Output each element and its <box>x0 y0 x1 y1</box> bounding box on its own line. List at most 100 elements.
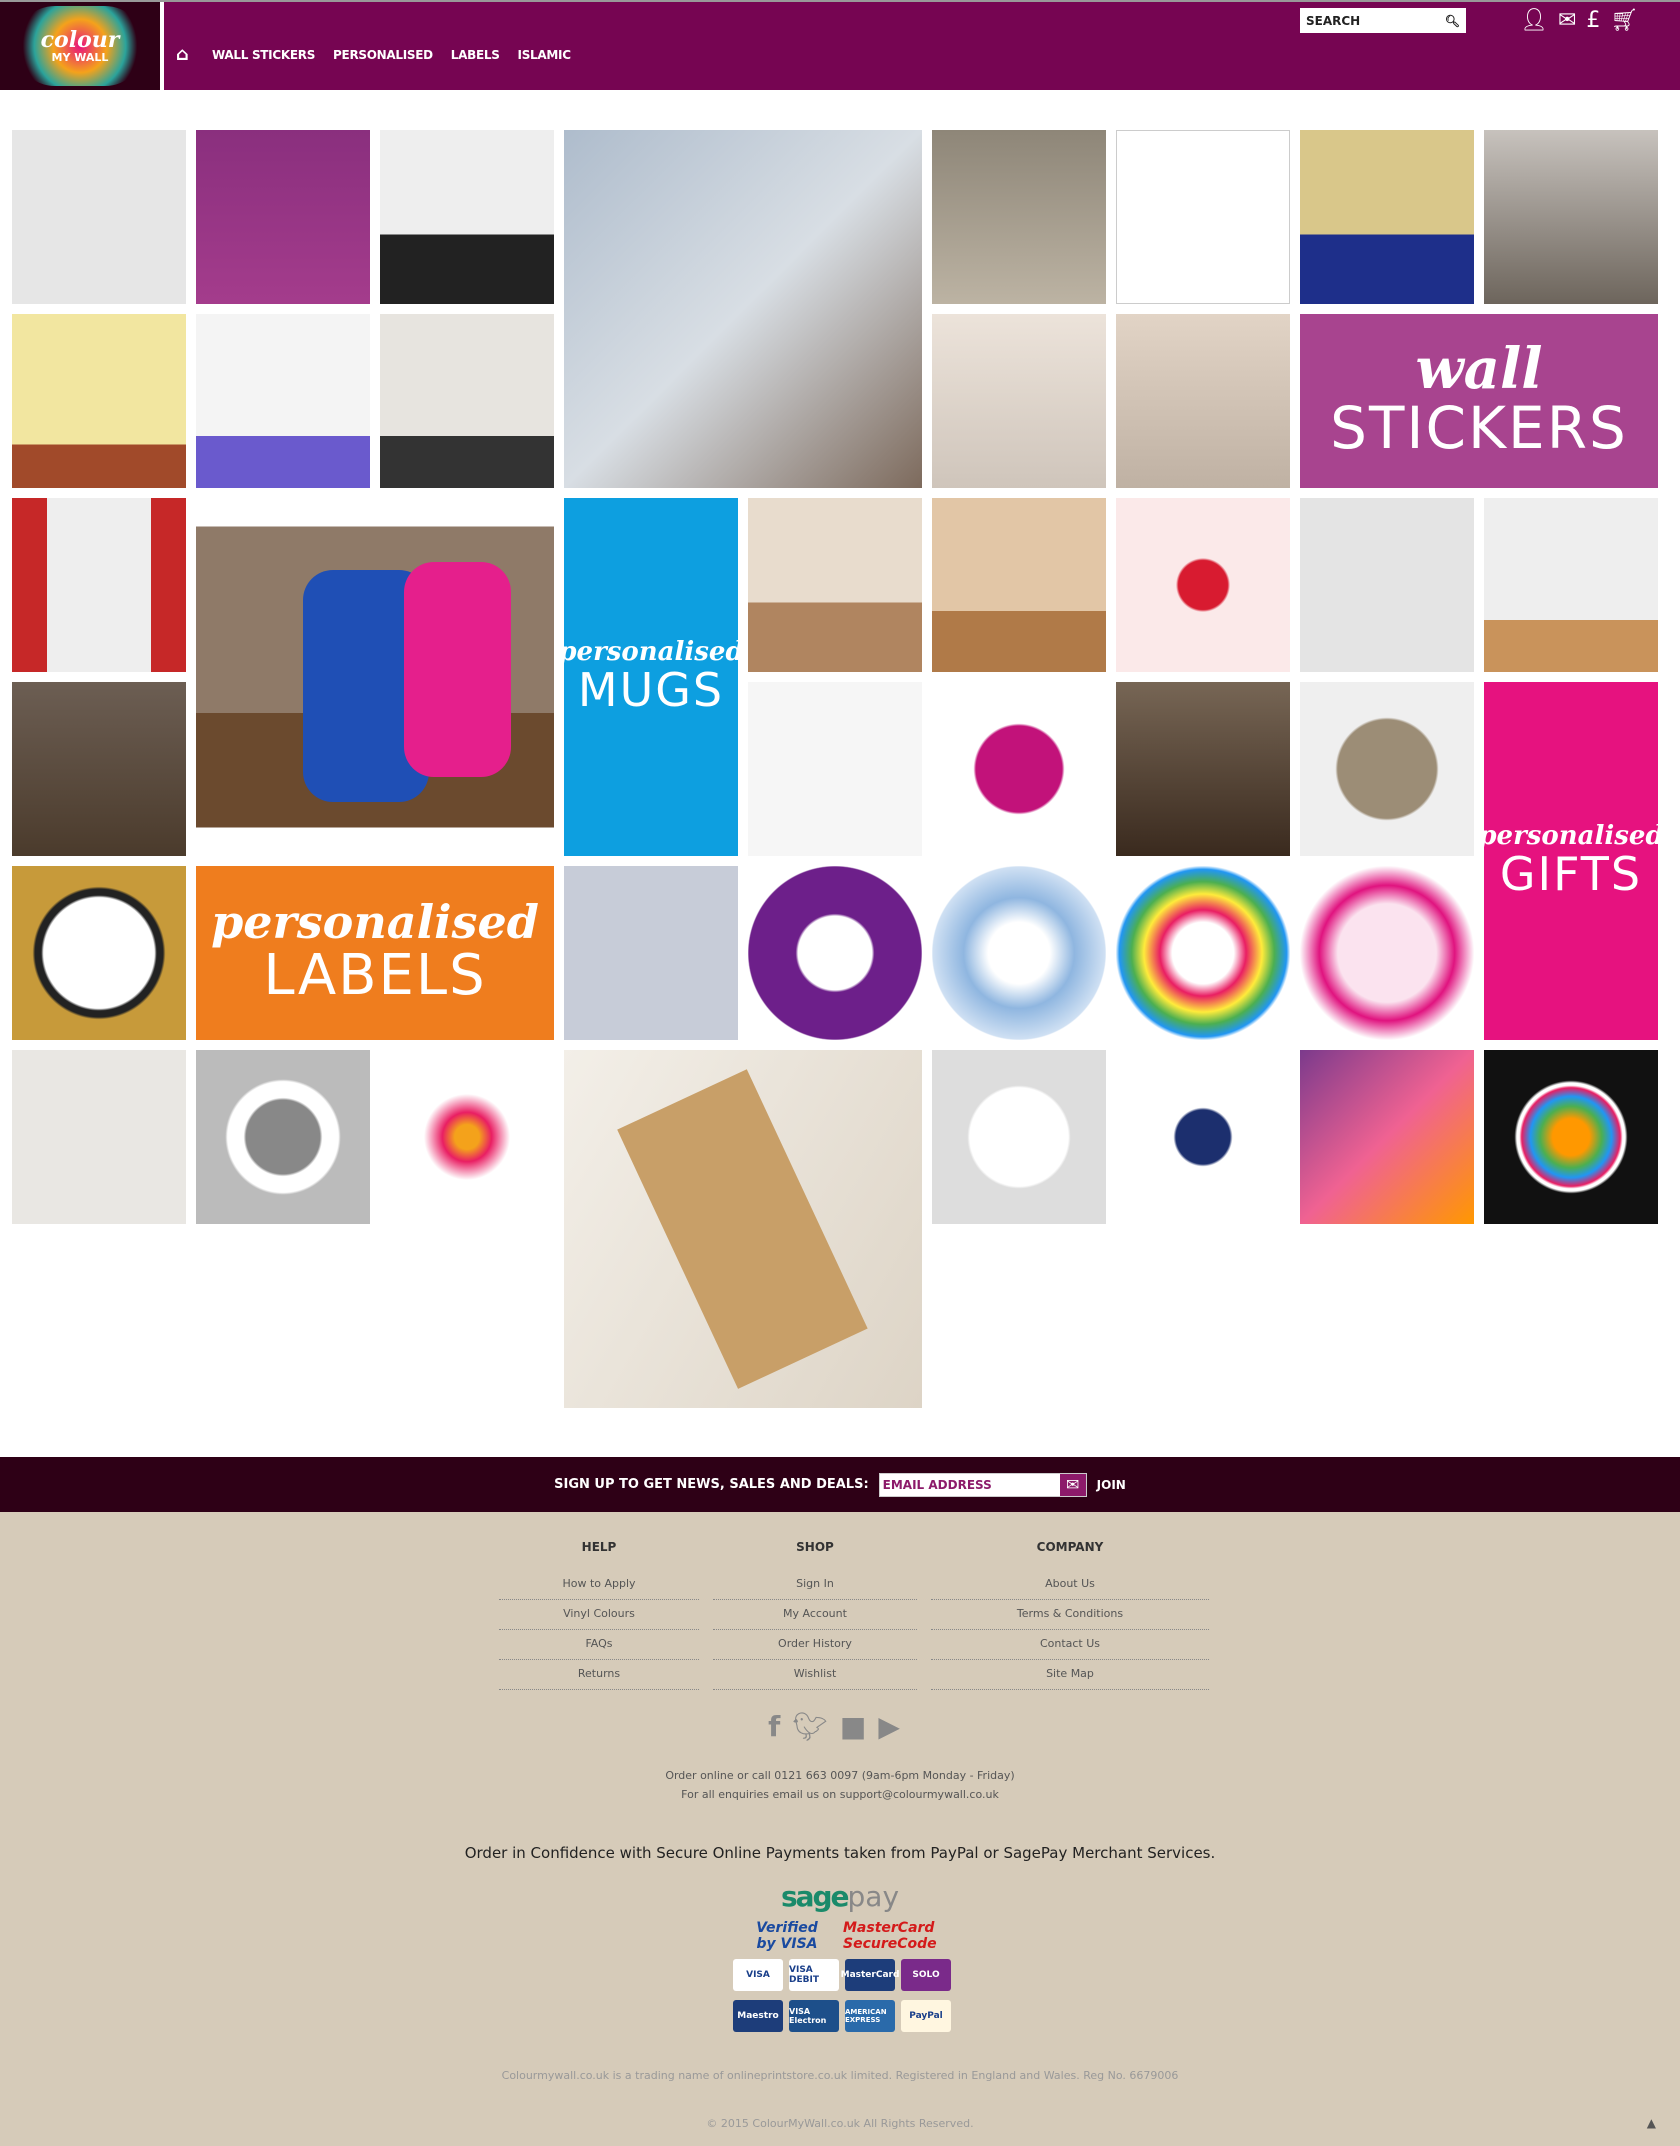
product-tile[interactable] <box>196 498 554 856</box>
product-tile[interactable] <box>932 1050 1106 1224</box>
product-tile[interactable] <box>12 314 186 488</box>
join-button[interactable]: JOIN <box>1097 1478 1126 1492</box>
product-tile[interactable] <box>1484 130 1658 304</box>
product-tile[interactable] <box>196 1050 370 1224</box>
footer-link[interactable]: FAQs <box>499 1630 699 1660</box>
footer-link[interactable]: My Account <box>713 1600 917 1630</box>
nav-islamic[interactable]: ISLAMIC <box>518 48 571 62</box>
nav-labels[interactable]: LABELS <box>451 48 500 62</box>
envelope-icon[interactable]: ✉ <box>1059 1473 1086 1496</box>
product-tile[interactable] <box>1484 1050 1658 1224</box>
paypal-logo: PayPal <box>901 2000 951 2032</box>
footer-col-company: COMPANY About Us Terms & Conditions Cont… <box>931 1540 1209 1690</box>
email-placeholder: EMAIL ADDRESS <box>882 1477 992 1492</box>
product-tile[interactable] <box>12 130 186 304</box>
product-tile[interactable] <box>1116 130 1290 304</box>
footer-link[interactable]: Site Map <box>931 1660 1209 1690</box>
nav-personalised[interactable]: PERSONALISED <box>333 48 433 62</box>
product-tile[interactable] <box>12 682 186 856</box>
mugs-banner[interactable]: personalised MUGS <box>564 498 738 856</box>
contact-phone: Order online or call 0121 663 0097 (9am-… <box>665 1769 1015 1782</box>
product-tile[interactable] <box>1116 1050 1290 1224</box>
mail-icon[interactable]: ✉ <box>1558 8 1576 33</box>
product-grid: wall STICKERS personalised MUGS personal… <box>12 130 1658 1408</box>
product-tile[interactable] <box>12 498 186 672</box>
product-tile[interactable] <box>1300 682 1474 856</box>
product-tile[interactable] <box>12 866 186 1040</box>
contact-email: For all enquiries email us on support@co… <box>681 1788 999 1801</box>
labels-banner[interactable]: personalised LABELS <box>196 866 554 1040</box>
footer-link[interactable]: Returns <box>499 1660 699 1690</box>
back-to-top-icon[interactable]: ▲ <box>1647 2116 1656 2130</box>
pound-icon[interactable]: £ <box>1586 8 1600 33</box>
product-tile[interactable] <box>748 866 922 1040</box>
product-tile[interactable] <box>1116 498 1290 672</box>
product-tile[interactable] <box>932 682 1106 856</box>
product-tile[interactable] <box>564 130 922 488</box>
wall-stickers-banner[interactable]: wall STICKERS <box>1300 314 1658 488</box>
facebook-icon[interactable]: f <box>768 1710 792 1743</box>
gifts-banner[interactable]: personalised GIFTS <box>1484 682 1658 1040</box>
product-tile[interactable] <box>196 130 370 304</box>
product-tile[interactable] <box>380 314 554 488</box>
product-tile[interactable] <box>1484 498 1658 672</box>
footer-heading: SHOP <box>796 1540 834 1554</box>
footer-link[interactable]: Wishlist <box>713 1660 917 1690</box>
email-input[interactable]: EMAIL ADDRESS ✉ <box>878 1472 1087 1497</box>
footer-link[interactable]: Vinyl Colours <box>499 1600 699 1630</box>
product-tile[interactable] <box>1300 1050 1474 1224</box>
product-tile[interactable] <box>1116 682 1290 856</box>
card-logos-row1: VISA VISA DEBIT MasterCard SOLO <box>733 1959 953 1991</box>
product-tile[interactable] <box>380 1050 554 1224</box>
product-tile[interactable] <box>932 130 1106 304</box>
visa-debit-logo: VISA DEBIT <box>789 1959 839 1991</box>
newsletter-bar: SIGN UP TO GET NEWS, SALES AND DEALS: EM… <box>0 1457 1680 1512</box>
product-tile[interactable] <box>196 314 370 488</box>
footer-link[interactable]: About Us <box>931 1570 1209 1600</box>
video-icon[interactable]: ■▶ <box>840 1710 912 1743</box>
banner-script: personalised <box>564 636 738 667</box>
product-tile[interactable] <box>932 314 1106 488</box>
product-tile[interactable] <box>1116 866 1290 1040</box>
product-tile[interactable] <box>564 866 738 1040</box>
maestro-logo: Maestro <box>733 2000 783 2032</box>
product-tile[interactable] <box>748 682 922 856</box>
user-icon[interactable]: 👤︎ <box>1520 8 1548 33</box>
footer-link[interactable]: Terms & Conditions <box>931 1600 1209 1630</box>
card-logos-row2: Maestro VISA Electron AMERICAN EXPRESS P… <box>733 2000 953 2032</box>
product-tile[interactable] <box>932 498 1106 672</box>
twitter-icon[interactable]: 🐦︎ <box>792 1710 840 1743</box>
footer-link[interactable]: How to Apply <box>499 1570 699 1600</box>
home-icon[interactable]: ⌂ <box>176 46 194 64</box>
banner-title: GIFTS <box>1499 846 1643 901</box>
product-tile[interactable] <box>1300 498 1474 672</box>
footer-link[interactable]: Contact Us <box>931 1630 1209 1660</box>
product-tile[interactable] <box>748 498 922 672</box>
legal-text: Colourmywall.co.uk is a trading name of … <box>501 2069 1179 2082</box>
product-tile[interactable] <box>380 130 554 304</box>
visa-logo: VISA <box>733 1959 783 1991</box>
footer-col-help: HELP How to Apply Vinyl Colours FAQs Ret… <box>499 1540 699 1690</box>
sagepay-logo: sagepay <box>780 1880 900 1913</box>
search-icon[interactable]: 🔍︎ <box>1445 14 1460 28</box>
nav-wall-stickers[interactable]: WALL STICKERS <box>212 48 315 62</box>
basket-icon[interactable]: 🛒︎ <box>1610 8 1638 33</box>
amex-logo: AMERICAN EXPRESS <box>845 2000 895 2032</box>
product-tile[interactable] <box>932 866 1106 1040</box>
logo[interactable]: colour MY WALL <box>0 2 164 90</box>
site-header: colour MY WALL ⌂ WALL STICKERS PERSONALIS… <box>0 2 1680 90</box>
product-tile[interactable] <box>564 1050 922 1408</box>
product-tile[interactable] <box>1116 314 1290 488</box>
search-input[interactable]: SEARCH 🔍︎ <box>1300 8 1466 33</box>
product-tile[interactable] <box>1300 866 1474 1040</box>
product-tile[interactable] <box>1300 130 1474 304</box>
banner-script: personalised <box>1484 820 1658 851</box>
product-tile[interactable] <box>12 1050 186 1224</box>
footer-heading: COMPANY <box>1036 1540 1104 1554</box>
newsletter-label: SIGN UP TO GET NEWS, SALES AND DEALS: <box>554 1477 869 1492</box>
banner-title: STICKERS <box>1330 394 1628 463</box>
mastercard-securecode-logo: MasterCard SecureCode <box>843 1920 937 1952</box>
footer-link[interactable]: Sign In <box>713 1570 917 1600</box>
footer-link[interactable]: Order History <box>713 1630 917 1660</box>
footer-heading: HELP <box>581 1540 617 1554</box>
